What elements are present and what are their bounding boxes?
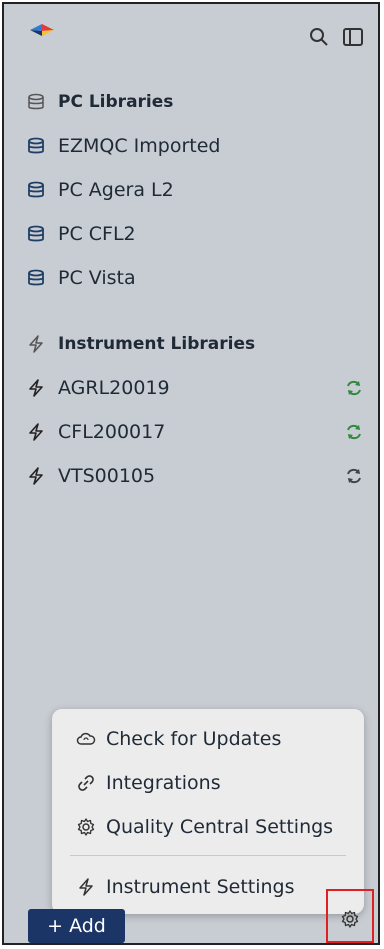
instrument-item-label: CFL200017 — [58, 421, 166, 443]
library-item-pc-vista[interactable]: PC Vista — [4, 256, 378, 300]
database-icon — [28, 137, 44, 154]
library-item-pc-agera-l2[interactable]: PC Agera L2 — [4, 168, 378, 212]
lightning-icon — [29, 335, 43, 353]
sync-icon[interactable] — [344, 422, 364, 442]
settings-menu: Check for Updates Integrations Quality C… — [52, 709, 364, 914]
menu-item-label: Instrument Settings — [106, 876, 295, 898]
menu-item-label: Check for Updates — [106, 728, 282, 750]
sidebar-panel-icon[interactable] — [342, 26, 364, 48]
app-logo — [30, 24, 54, 36]
instrument-item-vts00105[interactable]: VTS00105 — [4, 454, 378, 498]
pc-libraries-header[interactable]: PC Libraries — [4, 80, 378, 124]
lightning-icon — [29, 423, 43, 441]
library-item-label: PC Agera L2 — [58, 179, 174, 201]
pc-libraries-label: PC Libraries — [58, 92, 174, 112]
instrument-libraries-header[interactable]: Instrument Libraries — [4, 322, 378, 366]
instrument-item-agrl20019[interactable]: AGRL20019 — [4, 366, 378, 410]
instrument-item-label: AGRL20019 — [58, 377, 170, 399]
gear-icon[interactable] — [340, 909, 360, 929]
sidebar-topbar — [4, 4, 378, 64]
menu-item-check-for-updates[interactable]: Check for Updates — [52, 717, 364, 761]
library-item-pc-cfl2[interactable]: PC CFL2 — [4, 212, 378, 256]
menu-divider — [70, 855, 346, 856]
library-item-label: PC Vista — [58, 267, 136, 289]
settings-highlight-box — [326, 889, 374, 943]
link-icon — [78, 775, 94, 791]
menu-item-label: Integrations — [106, 772, 221, 794]
instrument-item-cfl200017[interactable]: CFL200017 — [4, 410, 378, 454]
sync-icon[interactable] — [344, 466, 364, 486]
menu-item-quality-central-settings[interactable]: Quality Central Settings — [52, 805, 364, 849]
instrument-libraries-label: Instrument Libraries — [58, 334, 256, 354]
lightning-icon — [29, 467, 43, 485]
cloud-sync-icon — [76, 732, 96, 745]
sidebar-panel: PC Libraries EZMQC Imported PC Agera L2 — [2, 2, 380, 945]
database-icon — [28, 225, 44, 242]
lightning-icon — [79, 878, 93, 896]
search-icon[interactable] — [308, 26, 330, 48]
add-button[interactable]: + Add — [28, 909, 125, 943]
library-item-ezmqc-imported[interactable]: EZMQC Imported — [4, 124, 378, 168]
menu-item-integrations[interactable]: Integrations — [52, 761, 364, 805]
database-icon — [28, 269, 44, 286]
lightning-icon — [29, 379, 43, 397]
database-icon — [28, 93, 44, 110]
library-item-label: PC CFL2 — [58, 223, 136, 245]
database-icon — [28, 181, 44, 198]
menu-item-instrument-settings[interactable]: Instrument Settings — [52, 865, 364, 909]
menu-item-label: Quality Central Settings — [106, 816, 334, 838]
library-item-label: EZMQC Imported — [58, 135, 221, 157]
instrument-item-label: VTS00105 — [58, 465, 156, 487]
gear-icon — [77, 818, 95, 836]
sync-icon[interactable] — [344, 378, 364, 398]
